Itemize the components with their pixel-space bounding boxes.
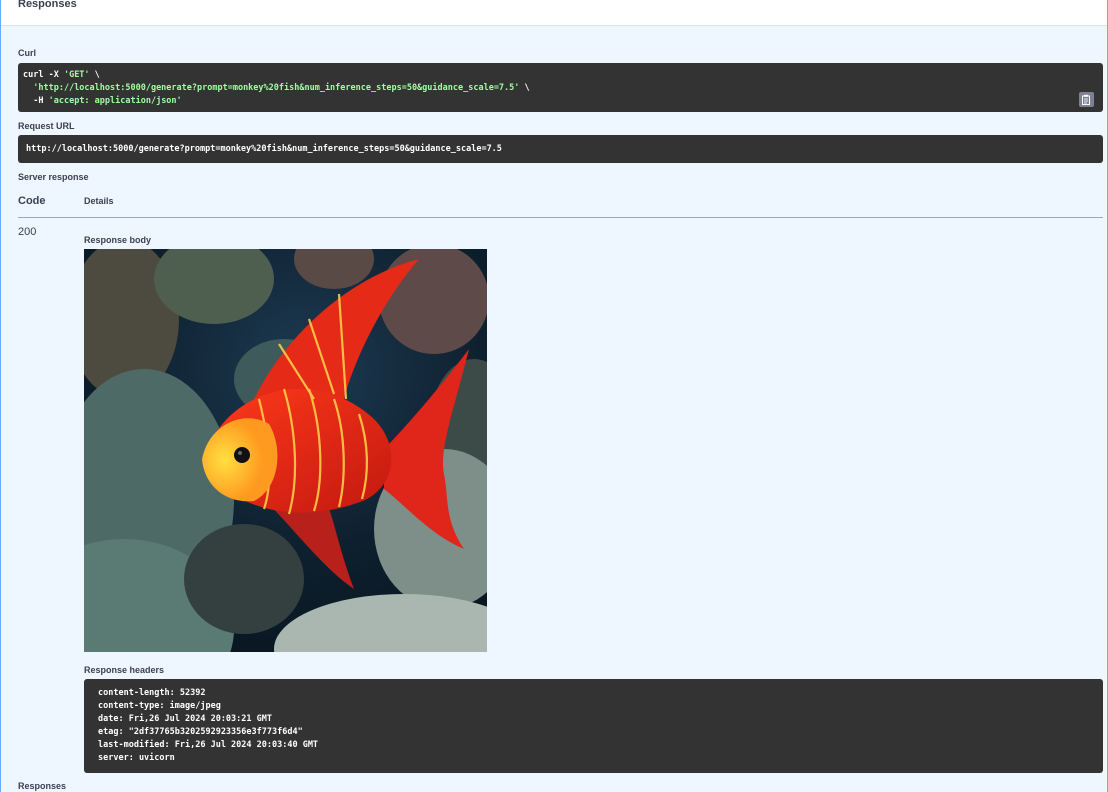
curl-command: curl -X [23, 70, 64, 80]
line-continuation: \ [519, 83, 530, 93]
header-line: date: Fri,26 Jul 2024 20:03:21 GMT [98, 714, 272, 724]
header-line: content-type: image/jpeg [98, 701, 221, 711]
response-headers-label: Response headers [84, 665, 165, 675]
curl-line-2: 'http://localhost:5000/generate?prompt=m… [23, 82, 1098, 95]
curl-method: 'GET' [63, 70, 90, 80]
responses-title: Responses [18, 0, 77, 10]
header-line: last-modified: Fri,26 Jul 2024 20:03:40 … [98, 740, 319, 750]
curl-code-block[interactable]: curl -X 'GET' \ 'http://localhost:5000/g… [18, 63, 1103, 112]
header-line: etag: "2df37765b3202592923356e3f773f6d4" [98, 727, 303, 737]
line-continuation: \ [89, 70, 100, 80]
curl-header-value: 'accept: application/json' [48, 96, 182, 106]
curl-url: 'http://localhost:5000/generate?prompt=m… [33, 83, 520, 93]
responses-footer-title: Responses [18, 781, 67, 791]
response-headers-box[interactable]: content-length: 52392 content-type: imag… [84, 679, 1103, 773]
table-header-divider [18, 217, 1103, 218]
response-body-label: Response body [84, 235, 152, 245]
curl-label: Curl [18, 48, 36, 58]
request-url-box[interactable]: http://localhost:5000/generate?prompt=mo… [18, 135, 1103, 163]
curl-header-flag: -H [33, 96, 49, 106]
server-response-label: Server response [18, 172, 89, 182]
fish-image [84, 249, 487, 652]
responses-header: Responses [1, 0, 1107, 26]
header-line: server: uvicorn [98, 753, 175, 763]
column-header-code: Code [18, 195, 46, 207]
curl-line-3: -H 'accept: application/json' [23, 95, 1098, 108]
clipboard-icon [1082, 94, 1090, 105]
request-url-label: Request URL [18, 121, 75, 131]
copy-to-clipboard-button[interactable] [1079, 92, 1094, 107]
responses-panel: Responses Curl curl -X 'GET' \ 'http://l… [0, 0, 1108, 792]
status-code: 200 [18, 226, 37, 238]
curl-line-1: curl -X 'GET' \ [23, 69, 1098, 82]
header-line: content-length: 52392 [98, 688, 206, 698]
column-header-details: Details [84, 196, 114, 206]
response-body-image [84, 249, 487, 652]
